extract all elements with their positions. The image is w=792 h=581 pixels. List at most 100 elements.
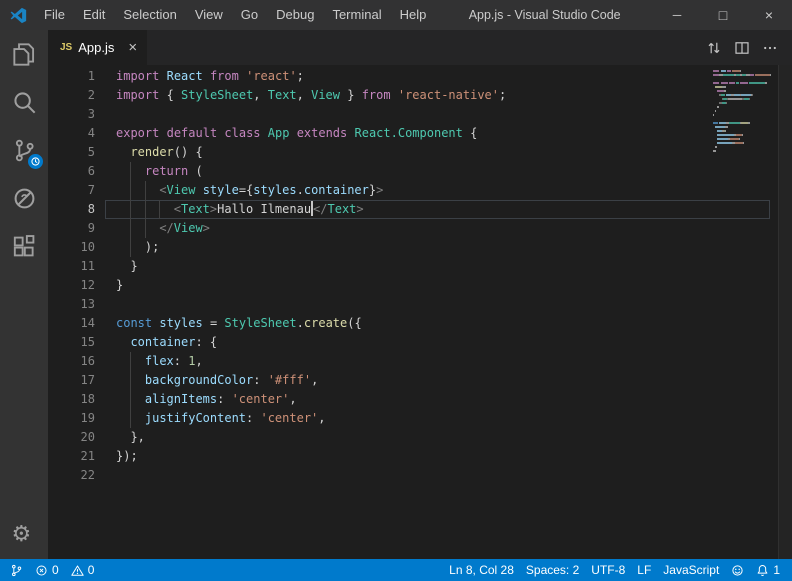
code-line-16[interactable]: 16 flex: 1, <box>48 352 792 371</box>
code-line-13[interactable]: 13 <box>48 295 792 314</box>
line-number[interactable]: 17 <box>48 371 95 390</box>
line-number[interactable]: 8 <box>48 200 95 219</box>
code-line-5[interactable]: 5 render() { <box>48 143 792 162</box>
activity-extensions[interactable] <box>0 222 48 270</box>
line-number[interactable]: 3 <box>48 105 95 124</box>
code-line-2[interactable]: 2 import { StyleSheet, Text, View } from … <box>48 86 792 105</box>
line-text[interactable]: flex: 1, <box>105 352 770 371</box>
line-text[interactable]: export default class App extends React.C… <box>105 124 770 143</box>
status-notifications[interactable]: 1 <box>750 559 786 581</box>
line-text[interactable] <box>105 105 770 124</box>
code-line-19[interactable]: 19 justifyContent: 'center', <box>48 409 792 428</box>
status-feedback[interactable] <box>725 559 750 581</box>
code-line-7[interactable]: 7 <View style={styles.container}> <box>48 181 792 200</box>
menu-terminal[interactable]: Terminal <box>323 0 390 30</box>
menu-edit[interactable]: Edit <box>74 0 114 30</box>
status-eol[interactable]: LF <box>631 559 657 581</box>
line-text[interactable]: const styles = StyleSheet.create({ <box>105 314 770 333</box>
line-text[interactable]: backgroundColor: '#fff', <box>105 371 770 390</box>
line-number[interactable]: 18 <box>48 390 95 409</box>
code-line-18[interactable]: 18 alignItems: 'center', <box>48 390 792 409</box>
minimize-button[interactable]: ─ <box>654 0 700 30</box>
code-editor[interactable]: 1 import React from 'react'; 2 import { Sty… <box>48 65 792 559</box>
line-number[interactable]: 21 <box>48 447 95 466</box>
line-text[interactable]: } <box>105 257 770 276</box>
line-number[interactable]: 20 <box>48 428 95 447</box>
code-line-9[interactable]: 9 </View> <box>48 219 792 238</box>
menu-help[interactable]: Help <box>391 0 436 30</box>
line-text[interactable]: }, <box>105 428 770 447</box>
activity-debug[interactable] <box>0 174 48 222</box>
activity-explorer[interactable] <box>0 30 48 78</box>
menu-file[interactable]: File <box>35 0 74 30</box>
status-errors[interactable]: 0 <box>29 559 65 581</box>
code-line-14[interactable]: 14 const styles = StyleSheet.create({ <box>48 314 792 333</box>
line-number[interactable]: 14 <box>48 314 95 333</box>
line-text[interactable]: import React from 'react'; <box>105 67 770 86</box>
menu-debug[interactable]: Debug <box>267 0 323 30</box>
line-text[interactable]: ); <box>105 238 770 257</box>
code-line-1[interactable]: 1 import React from 'react'; <box>48 67 792 86</box>
code-line-10[interactable]: 10); <box>48 238 792 257</box>
close-button[interactable]: × <box>746 0 792 30</box>
line-number[interactable]: 10 <box>48 238 95 257</box>
status-cursor-position[interactable]: Ln 8, Col 28 <box>443 559 520 581</box>
line-number[interactable]: 1 <box>48 67 95 86</box>
activity-source-control[interactable] <box>0 126 48 174</box>
code-line-20[interactable]: 20}, <box>48 428 792 447</box>
code-line-8[interactable]: 8 <Text>Hallo Ilmenau</Text> <box>48 200 792 219</box>
maximize-button[interactable]: □ <box>700 0 746 30</box>
line-number[interactable]: 16 <box>48 352 95 371</box>
open-changes-button[interactable] <box>702 36 726 60</box>
menu-go[interactable]: Go <box>232 0 267 30</box>
vertical-scrollbar[interactable] <box>778 65 792 559</box>
line-number[interactable]: 2 <box>48 86 95 105</box>
line-number[interactable]: 22 <box>48 466 95 485</box>
line-text[interactable]: <Text>Hallo Ilmenau</Text> <box>105 200 770 219</box>
code-line-11[interactable]: 11} <box>48 257 792 276</box>
line-text[interactable]: render() { <box>105 143 770 162</box>
code-line-17[interactable]: 17 backgroundColor: '#fff', <box>48 371 792 390</box>
status-indentation[interactable]: Spaces: 2 <box>520 559 585 581</box>
status-branch[interactable] <box>4 559 29 581</box>
line-text[interactable] <box>105 295 770 314</box>
status-warnings[interactable]: 0 <box>65 559 101 581</box>
line-number[interactable]: 4 <box>48 124 95 143</box>
line-number[interactable]: 19 <box>48 409 95 428</box>
split-editor-button[interactable] <box>730 36 754 60</box>
code-line-12[interactable]: 12} <box>48 276 792 295</box>
activity-search[interactable] <box>0 78 48 126</box>
line-number[interactable]: 13 <box>48 295 95 314</box>
line-text[interactable]: container: { <box>105 333 770 352</box>
line-number[interactable]: 15 <box>48 333 95 352</box>
code-line-22[interactable]: 22 <box>48 466 792 485</box>
tab-app-js[interactable]: JS App.js × <box>48 30 147 65</box>
line-text[interactable]: <View style={styles.container}> <box>105 181 770 200</box>
code-area[interactable]: 1 import React from 'react'; 2 import { Sty… <box>48 67 792 485</box>
code-line-6[interactable]: 6 return ( <box>48 162 792 181</box>
line-number[interactable]: 9 <box>48 219 95 238</box>
line-text[interactable]: import { StyleSheet, Text, View } from '… <box>105 86 770 105</box>
line-text[interactable] <box>105 466 770 485</box>
line-number[interactable]: 12 <box>48 276 95 295</box>
status-encoding[interactable]: UTF-8 <box>585 559 631 581</box>
line-text[interactable]: }); <box>105 447 770 466</box>
menu-view[interactable]: View <box>186 0 232 30</box>
line-text[interactable]: </View> <box>105 219 770 238</box>
line-text[interactable]: return ( <box>105 162 770 181</box>
minimap[interactable] <box>713 69 777 165</box>
line-text[interactable]: alignItems: 'center', <box>105 390 770 409</box>
line-number[interactable]: 7 <box>48 181 95 200</box>
line-number[interactable]: 6 <box>48 162 95 181</box>
line-text[interactable]: } <box>105 276 770 295</box>
line-number[interactable]: 11 <box>48 257 95 276</box>
activity-settings[interactable]: ⚙ <box>0 511 48 559</box>
code-line-15[interactable]: 15 container: { <box>48 333 792 352</box>
line-text[interactable]: justifyContent: 'center', <box>105 409 770 428</box>
menu-selection[interactable]: Selection <box>114 0 185 30</box>
status-language[interactable]: JavaScript <box>657 559 725 581</box>
code-line-4[interactable]: 4 export default class App extends React.… <box>48 124 792 143</box>
code-line-3[interactable]: 3 <box>48 105 792 124</box>
line-number[interactable]: 5 <box>48 143 95 162</box>
more-actions-button[interactable] <box>758 36 782 60</box>
